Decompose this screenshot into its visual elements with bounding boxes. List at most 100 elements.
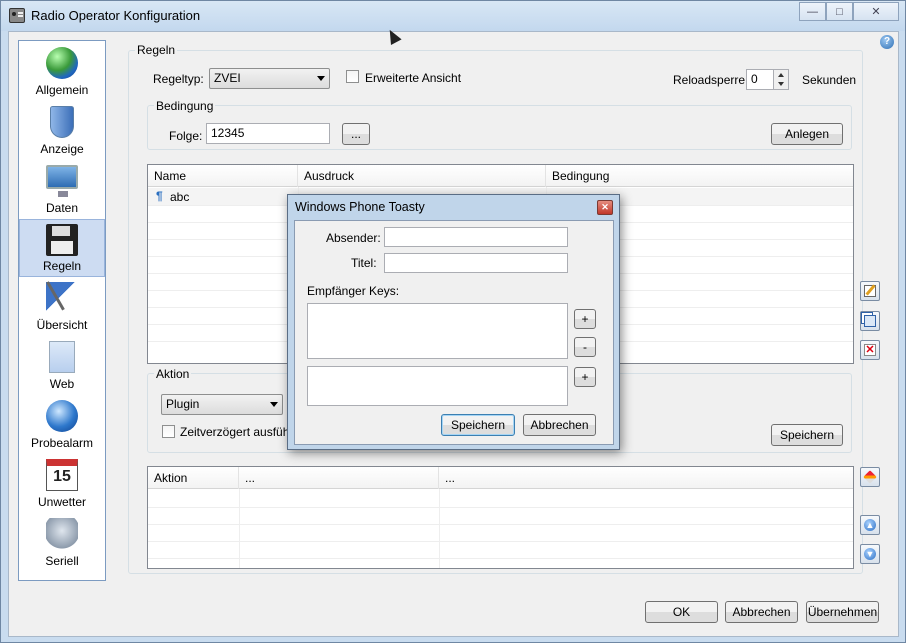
column-header-ausdruck[interactable]: Ausdruck	[298, 165, 546, 187]
folge-label: Folge:	[169, 129, 203, 143]
monitor-icon	[46, 165, 78, 197]
move-up-button[interactable]: ▲	[860, 515, 880, 535]
aktion-speichern-button[interactable]: Speichern	[771, 424, 843, 446]
reloadsperre-label: Reloadsperre:	[673, 73, 749, 87]
row-divider	[148, 558, 853, 559]
aktion-group-title: Aktion	[154, 367, 192, 381]
sidebar-item-label: Übersicht	[36, 318, 88, 332]
floppy-disk-icon	[46, 224, 78, 256]
empfaenger-keys-label: Empfänger Keys:	[307, 284, 400, 298]
sidebar-item-label: Allgemein	[35, 83, 89, 97]
sidebar-item-unwetter[interactable]: 15 Unwetter	[20, 455, 104, 512]
dialog-title: Windows Phone Toasty	[295, 200, 425, 214]
sidebar-item-label: Regeln	[42, 259, 82, 273]
sidebar-item-label: Seriell	[45, 554, 79, 568]
maximize-button[interactable]: □	[826, 2, 853, 21]
column-header-name[interactable]: Name	[148, 165, 298, 187]
empfaenger-keys-list[interactable]	[307, 303, 568, 359]
dialog-client: Absender: Titel: Empfänger Keys: + - + S…	[294, 220, 614, 445]
sidebar-item-anzeige[interactable]: Anzeige	[20, 102, 104, 159]
row-divider	[148, 507, 853, 508]
shield-icon	[50, 106, 74, 138]
arrow-down-icon: ▼	[864, 548, 876, 560]
regeln-group-title: Regeln	[135, 43, 178, 57]
add-key-button[interactable]: +	[574, 309, 596, 329]
regeltyp-select[interactable]: ZVEI	[209, 68, 330, 89]
column-header-bedingung[interactable]: Bedingung	[546, 165, 853, 187]
sidebar-item-regeln[interactable]: Regeln	[19, 219, 105, 277]
sidebar-item-web[interactable]: Web	[20, 337, 104, 394]
column-header-2[interactable]: ...	[239, 467, 439, 489]
folge-browse-button[interactable]: ...	[342, 123, 370, 145]
ok-button[interactable]: OK	[645, 601, 718, 623]
reloadsperre-input[interactable]: 0	[746, 69, 774, 90]
window-title: Radio Operator Konfiguration	[31, 8, 201, 23]
titel-label: Titel:	[351, 256, 377, 270]
sidebar-item-probealarm[interactable]: Probealarm	[20, 396, 104, 453]
sidebar-item-uebersicht[interactable]: Übersicht	[20, 278, 104, 335]
sidebar-item-seriell[interactable]: Seriell	[20, 514, 104, 571]
absender-input[interactable]	[384, 227, 568, 247]
uebernehmen-button[interactable]: Übernehmen	[806, 601, 879, 623]
run-action-button[interactable]	[860, 467, 880, 487]
rocket-icon	[863, 470, 877, 484]
add-key-button-2[interactable]: +	[574, 367, 596, 387]
erweiterte-ansicht-label: Erweiterte Ansicht	[365, 71, 462, 85]
paragraph-icon: ¶	[156, 189, 163, 203]
move-down-button[interactable]: ▼	[860, 544, 880, 564]
regeltyp-value: ZVEI	[214, 71, 241, 85]
radio-app-icon	[9, 8, 25, 23]
delete-icon: ✕	[864, 344, 876, 356]
titel-input[interactable]	[384, 253, 568, 273]
delete-rule-button[interactable]: ✕	[860, 340, 880, 360]
edit-rule-button[interactable]	[860, 281, 880, 301]
anlegen-button[interactable]: Anlegen	[771, 123, 843, 145]
column-divider	[439, 489, 440, 568]
dialog-abbrechen-button[interactable]: Abbrechen	[523, 414, 596, 436]
help-icon[interactable]: ?	[880, 35, 894, 49]
remove-key-button[interactable]: -	[574, 337, 596, 357]
sidebar-item-label: Daten	[45, 201, 79, 215]
page-icon	[49, 341, 75, 373]
dialog-close-button[interactable]: ✕	[597, 200, 613, 215]
rule-name-cell: abc	[170, 190, 190, 204]
zeitverzoegert-checkbox[interactable]	[162, 425, 175, 438]
title-bar[interactable]: Radio Operator Konfiguration — □ ✕	[1, 1, 905, 31]
rules-table-header: Name Ausdruck Bedingung	[148, 165, 853, 187]
close-button[interactable]: ✕	[853, 2, 899, 21]
chevron-down-icon	[270, 402, 278, 407]
dialog-speichern-button[interactable]: Speichern	[441, 414, 515, 436]
column-header-aktion[interactable]: Aktion	[148, 467, 239, 489]
chevron-down-icon	[317, 76, 325, 81]
column-header-3[interactable]: ...	[439, 467, 853, 489]
weather-cloud-icon	[46, 518, 78, 550]
sidebar-item-label: Web	[49, 377, 75, 391]
reloadsperre-spinner[interactable]	[773, 69, 789, 90]
flag-icon	[46, 282, 78, 314]
main-window: Radio Operator Konfiguration — □ ✕ ? All…	[0, 0, 906, 643]
sidebar-item-allgemein[interactable]: Allgemein	[20, 43, 104, 100]
plugin-select[interactable]: Plugin	[161, 394, 283, 415]
new-key-input[interactable]	[307, 366, 568, 406]
toasty-dialog: Windows Phone Toasty ✕ Absender: Titel: …	[287, 194, 620, 450]
folge-input[interactable]: 12345	[206, 123, 330, 144]
row-divider	[148, 524, 853, 525]
row-divider	[148, 541, 853, 542]
sekunden-label: Sekunden	[802, 73, 857, 87]
sidebar-item-label: Anzeige	[40, 142, 84, 156]
aktion-table[interactable]: Aktion ... ...	[147, 466, 854, 569]
column-divider	[239, 489, 240, 568]
abbrechen-button[interactable]: Abbrechen	[725, 601, 798, 623]
aktion-table-header: Aktion ... ...	[148, 467, 853, 489]
sidebar-item-daten[interactable]: Daten	[20, 161, 104, 218]
sidebar-nav: Allgemein Anzeige Daten Regeln Übersicht…	[18, 40, 106, 581]
window-controls: — □ ✕	[799, 2, 899, 21]
edit-icon	[864, 285, 876, 297]
erweiterte-ansicht-checkbox[interactable]	[346, 70, 359, 83]
copy-rule-button[interactable]	[860, 311, 880, 331]
globe-icon	[46, 47, 78, 79]
sidebar-item-label: Probealarm	[30, 436, 94, 450]
arrow-up-icon: ▲	[864, 519, 876, 531]
minimize-button[interactable]: —	[799, 2, 826, 21]
sidebar-item-label: Unwetter	[37, 495, 87, 509]
